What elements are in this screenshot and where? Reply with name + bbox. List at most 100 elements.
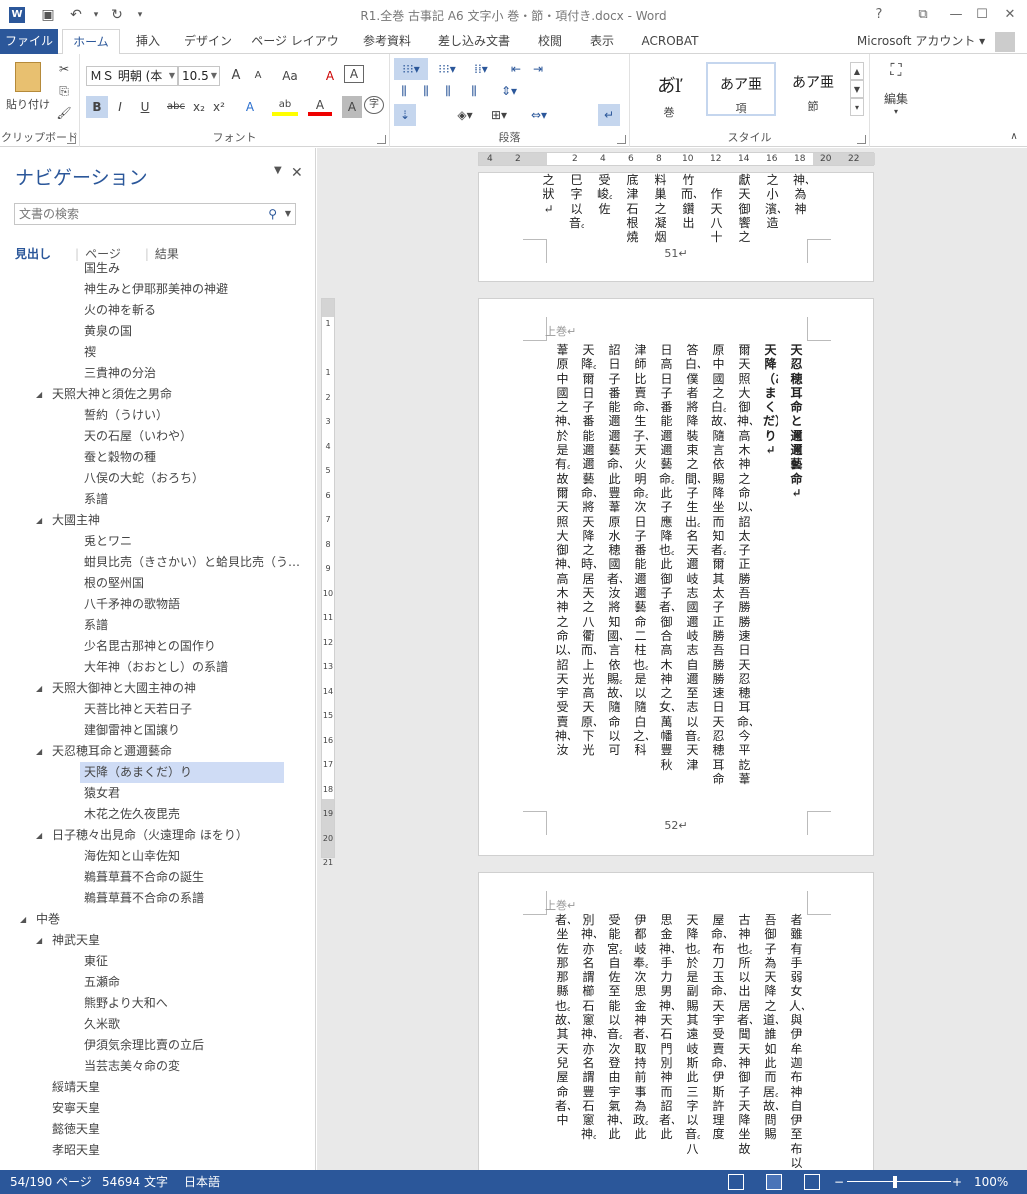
font-size-dropdown-icon[interactable]: ▼ [211,67,217,85]
web-layout-icon[interactable] [804,1174,820,1190]
nav-heading-item[interactable]: 伊須気余理比賣の立后 [84,1035,280,1056]
nav-close-icon[interactable]: ✕ [291,165,303,181]
nav-heading-item[interactable]: 天照大御神と大國主神の神 [52,678,280,699]
tab-page-layout[interactable]: ページ レイアウト [250,29,340,73]
read-mode-icon[interactable] [728,1174,744,1190]
expand-triangle-icon[interactable]: ◢ [36,510,46,531]
shading-icon[interactable]: ◈▾ [450,104,480,126]
format-painter-icon[interactable]: 🖌 [54,102,74,124]
document-page[interactable]: 上巻↵ 者雖有手弱女人、與伊牟迦布神自伊至布以吾御子為天降之道、誰如此而居。故、… [478,872,874,1170]
tab-file[interactable]: ファイル [0,29,58,54]
nav-heading-item[interactable]: 猿女君 [84,783,280,804]
shrink-font-icon[interactable]: A [248,65,268,87]
font-name-dropdown-icon[interactable]: ▼ [169,67,175,85]
tab-insert[interactable]: 挿入 [126,29,170,54]
tab-review[interactable]: 校閲 [530,29,570,54]
expand-triangle-icon[interactable]: ◢ [36,384,46,405]
subscript-button[interactable]: x₂ [190,96,208,118]
show-marks-icon[interactable]: ↵ [598,104,620,126]
style-kou[interactable]: あア亜 項 [706,62,776,116]
style-maki[interactable]: あ゙ľ 巻 [634,62,704,119]
styles-more-icon[interactable]: ▾ [850,98,864,116]
font-name-box[interactable]: ＭＳ 明朝 (本 ▼ [86,66,178,86]
zoom-slider[interactable] [847,1181,951,1182]
nav-tab-headings[interactable]: 見出し [15,247,51,261]
borders-icon[interactable]: ⊞▾ [484,104,514,126]
nav-heading-item[interactable]: 天の石屋（いわや） [84,426,280,447]
page-count[interactable]: 54/190 ページ [10,1170,92,1194]
nav-heading-item[interactable]: 建御雷神と国譲り [84,720,280,741]
nav-heading-item[interactable]: 五瀬命 [84,972,280,993]
align-top-icon[interactable]: ⫼ [394,80,414,102]
distribute-icon[interactable]: ⫼ [462,80,486,102]
bullets-icon[interactable]: ⁝⁝⁝▾ [394,58,428,80]
nav-heading-item[interactable]: 鵜葺草葺不合命の系譜 [84,888,280,909]
nav-heading-item[interactable]: 天降（あまくだ）り [80,762,284,783]
font-size-box[interactable]: 10.5 ▼ [178,66,220,86]
expand-triangle-icon[interactable]: ◢ [36,825,46,846]
text-effect-icon[interactable]: A [238,96,262,118]
nav-heading-item[interactable]: 日子穂々出見命（火遠理命 ほをり） [52,825,280,846]
close-icon[interactable]: ✕ [999,5,1021,25]
nav-heading-item[interactable]: 系譜 [84,615,280,636]
expand-triangle-icon[interactable]: ◢ [20,909,30,930]
copy-icon[interactable]: ⎘ [54,80,74,102]
editing-button[interactable]: ⛶ 編集 ▾ [876,60,916,124]
nav-heading-item[interactable]: 八俣の大蛇（おろち） [84,468,280,489]
nav-heading-item[interactable]: 孝昭天皇 [52,1140,280,1161]
horizontal-ruler[interactable]: 4 2 2 4 6 8 10 12 14 16 18 20 22 [478,152,875,166]
nav-heading-item[interactable]: 系譜 [84,489,280,510]
decrease-indent-icon[interactable]: ⇤ [506,58,526,80]
nav-heading-item[interactable]: 少名毘古那神との国作り [84,636,280,657]
nav-heading-item[interactable]: 懿徳天皇 [52,1119,280,1140]
nav-heading-item[interactable]: 火の神を斬る [84,300,280,321]
nav-heading-item[interactable]: 中巻 [36,909,280,930]
tab-mailings[interactable]: 差し込み文書 [434,29,514,54]
clear-format-icon[interactable]: A [320,65,340,87]
char-shading-icon[interactable]: A [342,96,362,118]
clipboard-launcher-icon[interactable] [67,135,76,144]
nav-heading-item[interactable]: 鵜葺草葺不合命の誕生 [84,867,280,888]
multilevel-list-icon[interactable]: ⁞⁞▾ [466,58,496,80]
nav-heading-item[interactable]: 蚶貝比売（きさかい）と蛤貝比売（う… [84,552,300,573]
nav-heading-item[interactable]: 蚕と穀物の種 [84,447,280,468]
nav-heading-item[interactable]: 東征 [84,951,280,972]
collapse-ribbon-icon[interactable]: ∧ [1006,126,1022,148]
print-layout-icon[interactable] [766,1174,782,1190]
tab-view[interactable]: 表示 [584,29,620,54]
document-page[interactable]: 51↵ 神、為神之小濱、造 獻天御饗之 作天八十 竹而、鑽出 料巢之凝烟 底津石根燒 受峻… [478,172,874,282]
zoom-in-icon[interactable]: + [952,1170,962,1194]
tab-references[interactable]: 参考資料 [356,29,418,54]
word-count[interactable]: 54694 文字 [102,1170,168,1194]
text-direction-icon[interactable]: ⇣ [394,104,416,126]
strikethrough-button[interactable]: abc [164,96,188,118]
zoom-level[interactable]: 100% [974,1170,1008,1194]
tab-home[interactable]: ホーム [62,29,120,55]
font-color-icon[interactable]: A [308,96,332,116]
styles-scroll-down-icon[interactable]: ▼ [850,80,864,98]
nav-heading-item[interactable]: 久米歌 [84,1014,280,1035]
tab-design[interactable]: デザイン [180,29,236,54]
nav-heading-item[interactable]: 三貴神の分治 [84,363,280,384]
nav-heading-item[interactable]: 根の堅州国 [84,573,280,594]
paragraph-launcher-icon[interactable] [617,135,626,144]
account-menu[interactable]: Microsoft アカウント ▾ [857,29,1015,54]
nav-heading-item[interactable]: 大國主神 [52,510,280,531]
nav-heading-item[interactable]: 熊野より大和へ [84,993,280,1014]
expand-triangle-icon[interactable]: ◢ [36,678,46,699]
font-launcher-icon[interactable] [377,135,386,144]
nav-heading-item[interactable]: 兎とワニ [84,531,280,552]
nav-options-icon[interactable]: ▼ [274,165,282,176]
search-icon[interactable]: ⚲ [268,204,277,224]
style-setsu[interactable]: あア亜 節 [778,62,848,116]
change-case-icon[interactable]: Aa [276,65,304,87]
enclose-char-icon[interactable]: 字 [364,96,384,114]
expand-triangle-icon[interactable]: ◢ [36,741,46,762]
nav-heading-item[interactable]: 綏靖天皇 [52,1077,280,1098]
grow-font-icon[interactable]: A [226,65,246,87]
asian-layout-icon[interactable]: ⇔▾ [524,104,554,126]
nav-heading-item[interactable]: 国生み [84,258,280,279]
help-icon[interactable]: ? [868,5,890,25]
nav-heading-item[interactable]: 天照大神と須佐之男命 [52,384,280,405]
nav-heading-item[interactable]: 当芸志美々命の変 [84,1056,280,1077]
